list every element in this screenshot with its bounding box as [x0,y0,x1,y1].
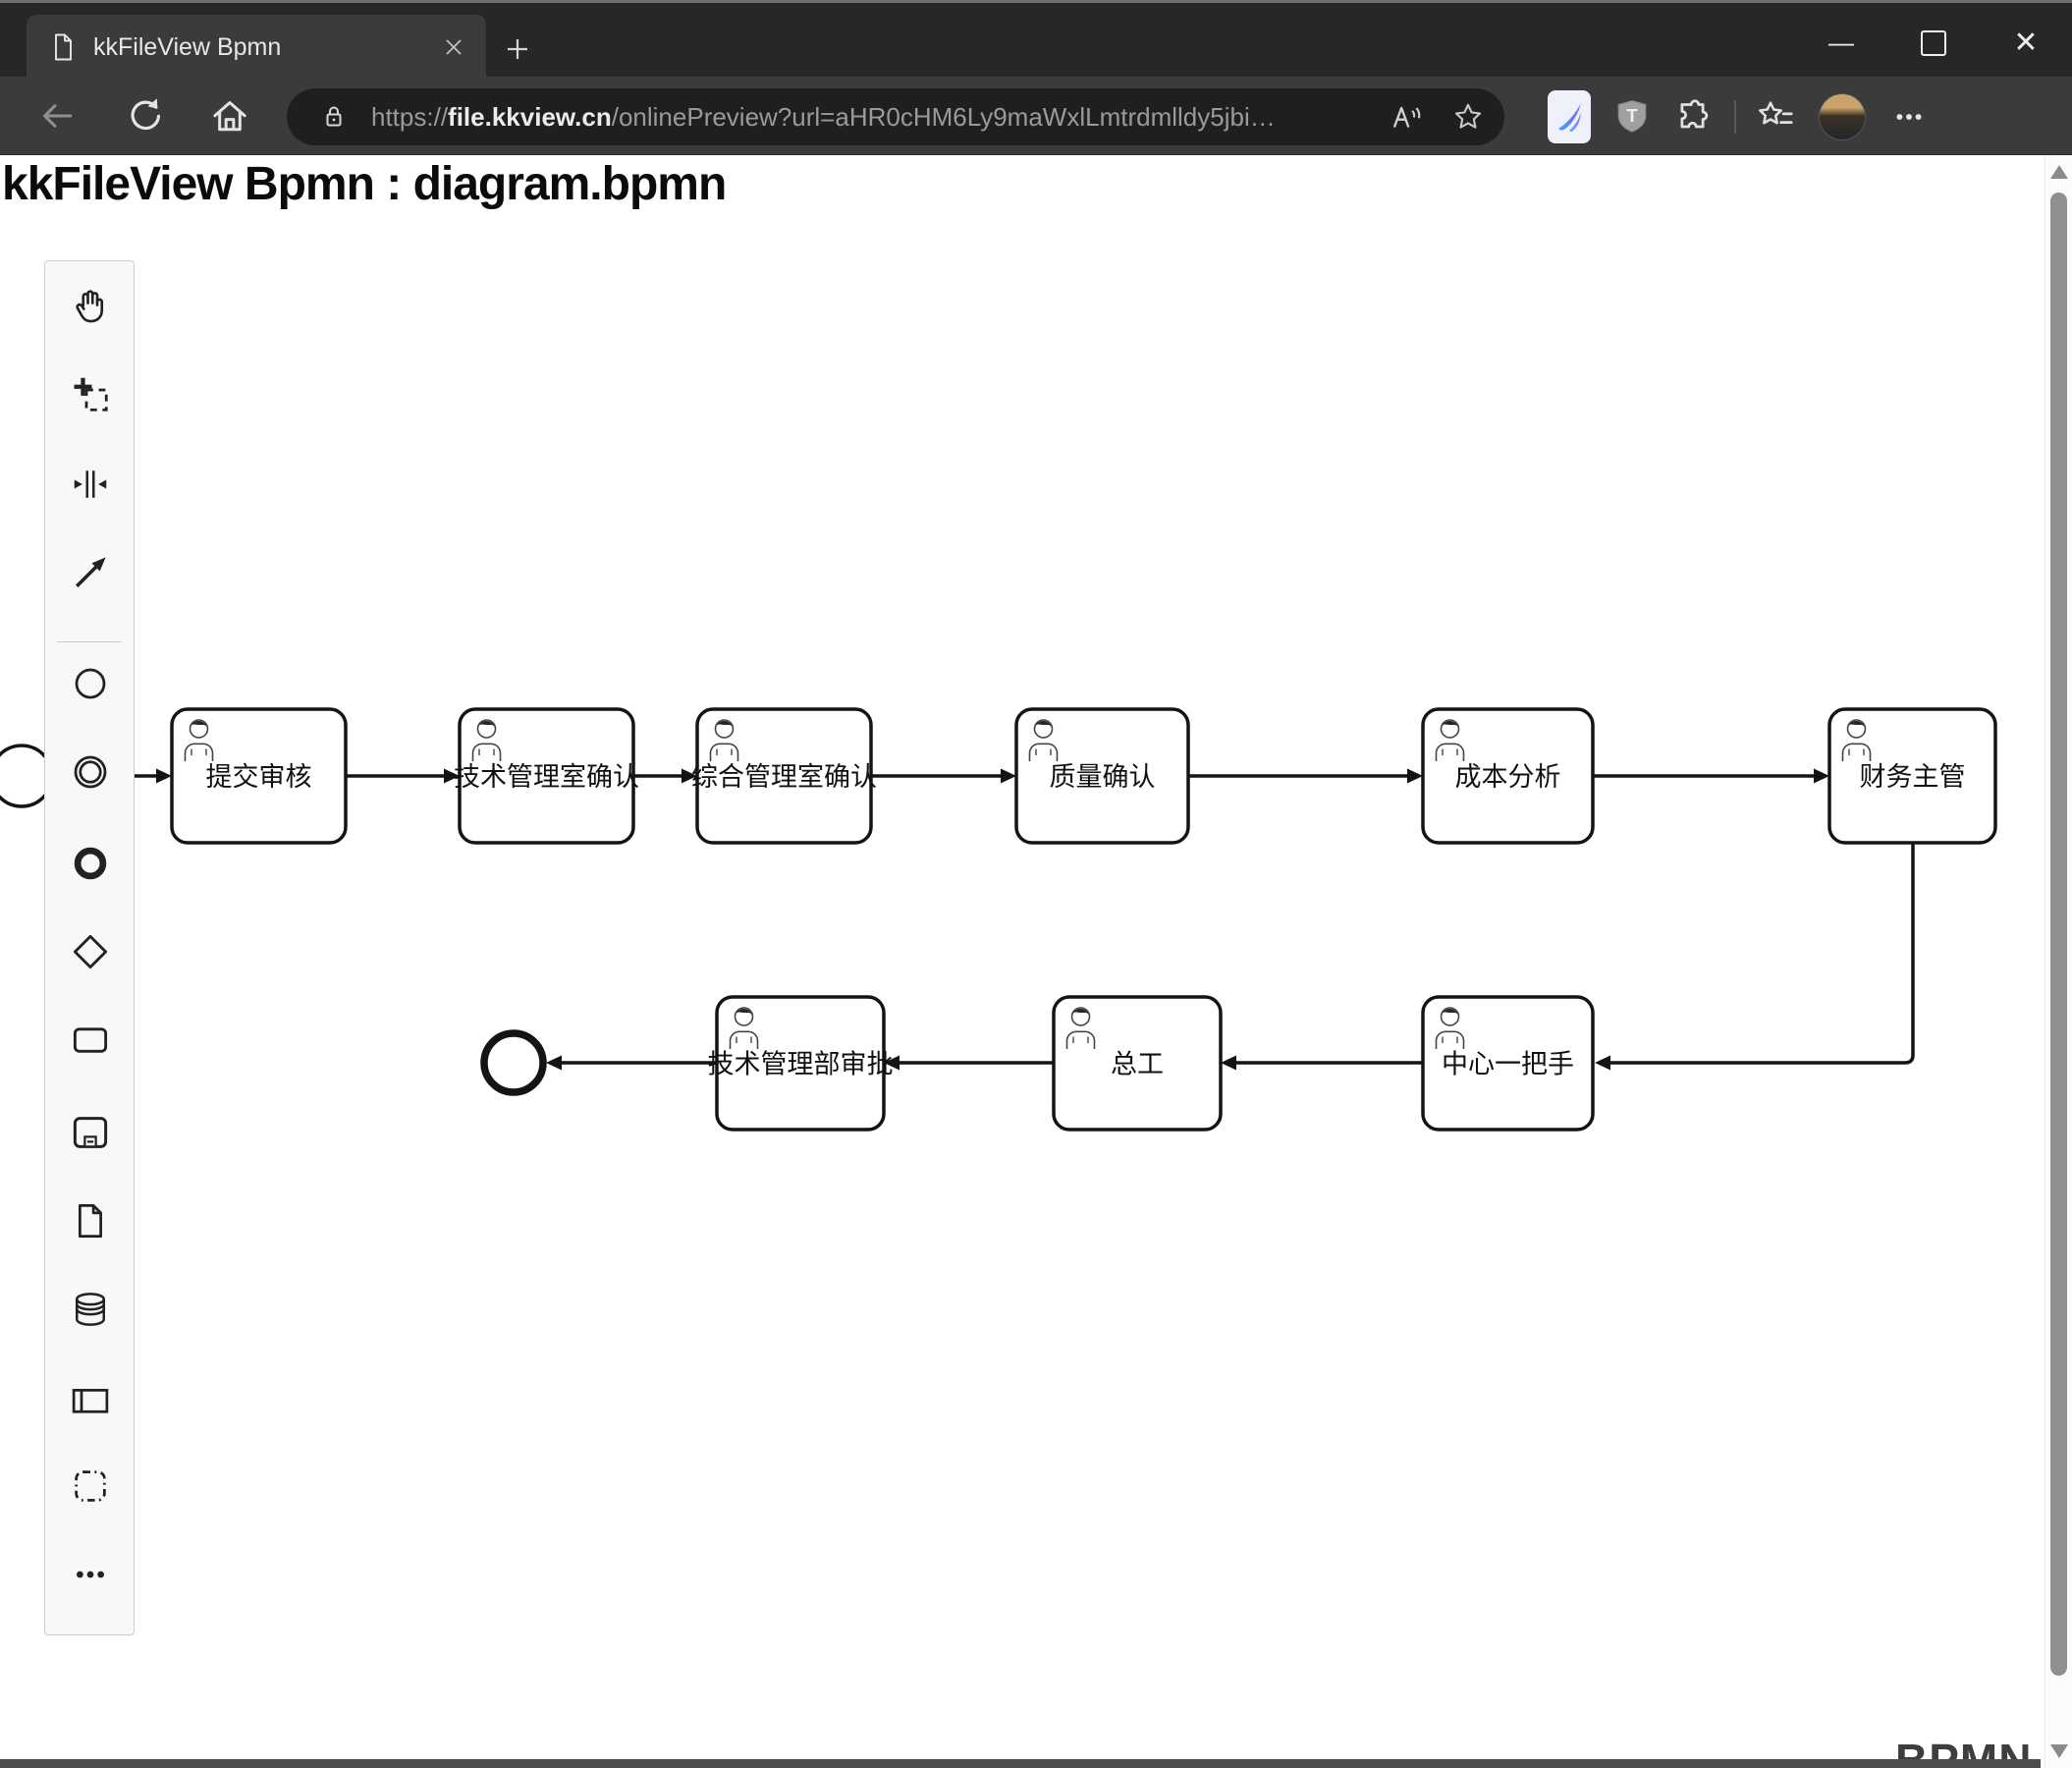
arrowhead-icon [1221,1055,1236,1071]
palette-more-tools[interactable] [69,1553,112,1596]
home-button[interactable] [208,94,251,138]
user-task-node-cost-analysis[interactable]: 成本分析 [1421,707,1595,845]
window-maximize-button[interactable] [1887,9,1980,78]
svg-text:T: T [1626,105,1638,126]
window-close-button[interactable]: ✕ [1980,9,2072,78]
user-task-node-submit-review[interactable]: 提交审核 [170,707,348,845]
palette-create-group[interactable] [69,1464,112,1508]
task-label: 技术管理部审批 [708,1050,894,1079]
profile-avatar[interactable] [1819,93,1866,140]
space-tool-icon [74,470,107,498]
hand-tool-icon [76,290,104,323]
url-text[interactable]: https://file.kkview.cn/onlinePreview?url… [371,102,1390,133]
lasso-tool-icon [74,377,108,412]
page-favicon-icon [48,31,80,63]
task-label: 成本分析 [1455,762,1561,792]
user-task-node-quality-confirm[interactable]: 质量确认 [1014,707,1190,845]
arrowhead-icon [546,1055,562,1071]
bpmn-canvas[interactable]: 提交审核 技术管理室确认 综合管理室确认 质量确认 成本分析 财务主管技术管理部审批 总工 中… [0,155,2072,1768]
tab-close-icon[interactable] [437,30,470,64]
sequence-flow-6[interactable] [1608,843,1915,1065]
read-aloud-icon[interactable] [1390,100,1424,134]
address-bar[interactable]: https://file.kkview.cn/onlinePreview?url… [287,88,1504,145]
global-connect-tool-icon [76,557,106,587]
palette-space-tool[interactable] [69,463,112,506]
arrowhead-icon [1407,768,1423,784]
palette-hand-tool[interactable] [69,284,112,327]
extensions-puzzle-icon[interactable] [1673,90,1717,143]
browser-tab[interactable]: kkFileView Bpmn [27,15,486,80]
window-controls: — ✕ [1795,6,2072,80]
palette-create-end-event[interactable] [69,842,112,885]
url-scheme: https:// [371,101,449,132]
task-label: 技术管理室确认 [454,762,639,792]
arrowhead-icon [1001,768,1016,784]
refresh-button[interactable] [124,94,167,138]
user-task-node-tech-dept-approval[interactable]: 技术管理部审批 [708,995,894,1132]
arrowhead-icon [156,768,172,784]
create-start-event-icon [75,668,106,699]
palette-create-data-store[interactable] [69,1288,112,1331]
extensions-area: T [1538,90,1940,143]
palette-separator [57,641,122,642]
user-task-node-finance-director[interactable]: 财务主管 [1827,707,1997,845]
scroll-up-icon[interactable] [2050,165,2068,179]
create-data-object-icon [79,1204,102,1238]
task-label: 总工 [1111,1050,1164,1079]
palette-create-subprocess[interactable] [69,1111,112,1154]
create-task-icon [73,1027,108,1053]
download-extension-icon[interactable] [1548,90,1591,143]
url-path: /onlinePreview?url=aHR0cHM6Ly9maWxlLmtrd… [611,101,1276,132]
create-gateway-icon [73,934,108,969]
palette-global-connect-tool[interactable] [69,551,112,594]
settings-more-icon[interactable] [1887,90,1931,143]
favorite-star-icon[interactable] [1451,100,1485,134]
create-group-icon [75,1470,106,1502]
viewer-content: kkFileView Bpmn : diagram.bpmn 提交审核 技术管理室… [0,155,2072,1768]
create-subprocess-icon [73,1117,108,1148]
scroll-down-icon[interactable] [2050,1744,2068,1758]
window-minimize-button[interactable]: — [1795,9,1887,78]
task-label: 中心一把手 [1442,1050,1574,1079]
browser-tab-bar: kkFileView Bpmn — ✕ [0,0,2072,80]
palette-create-task[interactable] [69,1019,112,1062]
lock-icon[interactable] [318,101,350,133]
tampermonkey-shield-icon[interactable]: T [1610,90,1654,143]
task-label: 提交审核 [206,762,312,792]
toolbar-divider [1734,100,1736,134]
create-participant-icon [72,1389,109,1413]
user-task-node-tech-office-confirm[interactable]: 技术管理室确认 [454,707,639,845]
scrollbar-thumb[interactable] [2050,193,2067,1676]
new-tab-icon[interactable] [499,30,536,68]
vertical-scrollbar[interactable] [2045,155,2072,1768]
palette-create-data-object[interactable] [69,1199,112,1243]
url-host: file.kkview.cn [448,101,612,132]
palette-create-start-event[interactable] [69,662,112,705]
maximize-icon [1921,29,1946,56]
browser-toolbar: https://file.kkview.cn/onlinePreview?url… [0,77,2072,155]
bottom-edge-bar [0,1759,2041,1768]
end-event-node[interactable] [480,1029,547,1096]
user-task-node-admin-office-confirm[interactable]: 综合管理室确认 [691,707,877,845]
create-data-store-icon [76,1293,105,1326]
user-task-node-chief-engineer[interactable]: 总工 [1052,995,1223,1132]
collections-icon[interactable] [1754,90,1797,143]
tab-title: kkFileView Bpmn [93,32,282,61]
user-task-node-center-head[interactable]: 中心一把手 [1421,995,1595,1132]
task-label: 综合管理室确认 [691,762,877,792]
more-tools-icon [77,1571,104,1578]
task-label: 质量确认 [1050,762,1156,792]
palette-create-participant[interactable] [69,1379,112,1422]
create-intermediate-event-icon [74,755,107,789]
palette-create-intermediate-event[interactable] [69,750,112,794]
arrowhead-icon [1814,768,1829,784]
palette-create-gateway[interactable] [69,930,112,973]
arrowhead-icon [1595,1055,1610,1071]
create-end-event-icon [74,847,107,880]
palette-lasso-tool[interactable] [69,372,112,415]
back-button[interactable] [35,94,79,138]
bpmn-palette [44,260,135,1635]
task-label: 财务主管 [1860,762,1966,792]
